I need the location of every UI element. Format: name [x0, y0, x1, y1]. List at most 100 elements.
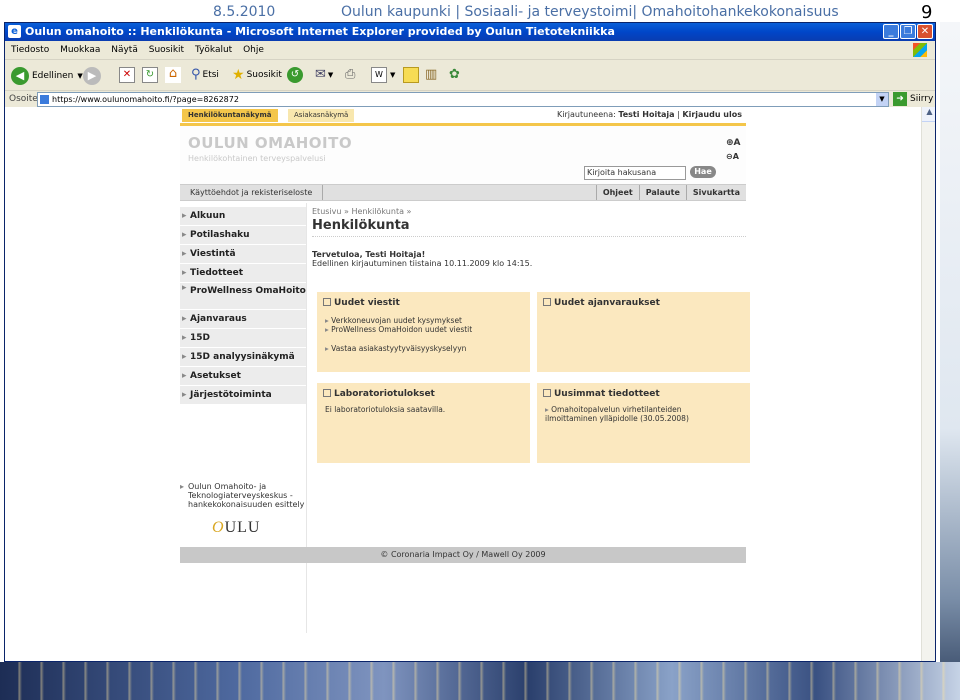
slide-background-bottom: [0, 662, 960, 700]
star-icon: ★: [232, 67, 245, 83]
box-new-appointments: Uudet ajanvaraukset: [537, 292, 750, 372]
forward-arrow-icon: ▶: [83, 67, 101, 85]
back-arrow-icon: ◀: [11, 67, 29, 85]
news-link-line2[interactable]: ilmoittaminen ylläpidolle (30.05.2008): [545, 414, 689, 423]
scroll-up-icon[interactable]: ▲: [922, 107, 935, 122]
stop-button[interactable]: ✕: [119, 67, 135, 83]
site-logo-subtitle: Henkilökohtainen terveyspalvelusi: [188, 154, 326, 163]
menubar: Tiedosto Muokkaa Näytä Suosikit Työkalut…: [5, 41, 935, 60]
box-title: Uudet viestit: [334, 298, 400, 308]
nav-item-prowellness[interactable]: ProWellness OmaHoito: [180, 283, 306, 309]
menu-tools[interactable]: Työkalut: [195, 45, 232, 55]
sitemap-link[interactable]: Sivukartta: [685, 185, 746, 200]
welcome-text: Tervetuloa, Testi Hoitaja!: [312, 250, 426, 259]
breadcrumb[interactable]: Etusivu » Henkilökunta »: [312, 207, 746, 216]
menu-view[interactable]: Näytä: [111, 45, 138, 55]
link-advisor-questions[interactable]: Verkkoneuvojan uudet kysymykset: [325, 316, 462, 325]
mail-button[interactable]: ✉ ▼: [315, 67, 333, 82]
address-url: https://www.oulunomahoito.fi/?page=82628…: [52, 95, 239, 104]
page-title: Henkilökunta: [312, 218, 746, 237]
menu-favorites[interactable]: Suosikit: [149, 45, 184, 55]
last-login-text: Edellinen kirjautuminen tiistaina 10.11.…: [312, 259, 533, 268]
nav-divider: [306, 203, 307, 633]
minimize-button[interactable]: _: [883, 24, 899, 39]
logout-link[interactable]: Kirjaudu ulos: [682, 110, 742, 119]
vertical-scrollbar[interactable]: ▲: [921, 107, 935, 661]
address-label: Osoite: [9, 94, 38, 104]
back-label: Edellinen: [32, 71, 74, 81]
box-title: Uudet ajanvaraukset: [554, 298, 660, 308]
go-button[interactable]: Siirry: [910, 94, 933, 104]
nav-item-organizations[interactable]: Järjestötoiminta: [180, 386, 306, 404]
research-icon: ▥: [425, 67, 438, 82]
nav-item-appointments[interactable]: Ajanvaraus: [180, 310, 306, 328]
zoom-out-icon: ⊖: [726, 152, 733, 161]
back-button[interactable]: ◀ Edellinen ▼: [11, 67, 83, 85]
dropdown-arrow-icon: ▼: [77, 72, 83, 80]
favorites-button[interactable]: ★ Suosikit: [232, 67, 282, 83]
search-button[interactable]: ⚲ Etsi: [191, 67, 219, 82]
toolbar: ◀ Edellinen ▼ ▶ ✕ ↻ ⌂ ⚲ Etsi ★ Suosikit …: [5, 60, 935, 91]
home-icon: ⌂: [165, 67, 181, 83]
font-smaller-button[interactable]: ⊖A: [726, 152, 739, 161]
window-title: Oulun omahoito :: Henkilökunta - Microso…: [25, 25, 615, 38]
refresh-button[interactable]: ↻: [142, 67, 158, 83]
box-title: Laboratoriotulokset: [334, 389, 435, 399]
site-search-button[interactable]: Hae: [690, 166, 716, 178]
address-dropdown-icon[interactable]: ▼: [876, 93, 888, 106]
nav-item-15d-analysis[interactable]: 15D analyysinäkymä: [180, 348, 306, 366]
terms-link[interactable]: Käyttöehdot ja rekisteriseloste: [180, 185, 324, 200]
history-icon: ↺: [287, 67, 303, 83]
project-presentation-link[interactable]: Oulun Omahoito- ja Teknologiaterveyskesk…: [180, 482, 318, 509]
edit-icon: W: [371, 67, 387, 83]
tab-staff-view[interactable]: Henkilökuntanäkymä: [182, 109, 278, 122]
menu-help[interactable]: Ohje: [243, 45, 264, 55]
expand-icon[interactable]: [543, 389, 551, 397]
link-prowellness-messages[interactable]: ProWellness OmaHoidon uudet viestit: [325, 325, 472, 334]
messenger-button[interactable]: ✿: [449, 67, 460, 82]
research-button[interactable]: ▥: [425, 67, 437, 82]
address-input[interactable]: https://www.oulunomahoito.fi/?page=82628…: [37, 92, 889, 107]
nav-item-15d[interactable]: 15D: [180, 329, 306, 347]
help-link[interactable]: Ohjeet: [595, 185, 639, 200]
page-icon: [40, 95, 49, 104]
forward-button[interactable]: ▶: [83, 67, 101, 85]
nav-item-patient-search[interactable]: Potilashaku: [180, 226, 306, 244]
login-status: Kirjautuneena: Testi Hoitaja | Kirjaudu …: [557, 110, 742, 119]
slide-title: Oulun kaupunki | Sosiaali- ja terveystoi…: [341, 4, 839, 20]
nav-item-home[interactable]: Alkuun: [180, 207, 306, 225]
notes-button[interactable]: [403, 67, 419, 83]
nav-item-bulletins[interactable]: Tiedotteet: [180, 264, 306, 282]
utility-bar: Käyttöehdot ja rekisteriseloste Ohjeet P…: [180, 184, 746, 201]
nav-item-settings[interactable]: Asetukset: [180, 367, 306, 385]
print-button[interactable]: ⎙: [345, 67, 355, 82]
login-prefix: Kirjautuneena:: [557, 110, 616, 119]
go-arrow-icon[interactable]: ➜: [893, 92, 907, 106]
menu-file[interactable]: Tiedosto: [11, 45, 49, 55]
feedback-link[interactable]: Palaute: [638, 185, 686, 200]
font-larger-button[interactable]: ⊕A: [726, 138, 741, 148]
expand-icon[interactable]: [323, 389, 331, 397]
home-button[interactable]: ⌂: [165, 67, 181, 83]
history-button[interactable]: ↺: [287, 67, 303, 83]
mail-icon: ✉: [315, 67, 326, 82]
news-link-line1[interactable]: Omahoitopalvelun virhetilanteiden: [545, 405, 681, 414]
expand-icon[interactable]: [323, 298, 331, 306]
site-search-input[interactable]: Kirjoita hakusana: [584, 166, 686, 180]
slide-date: 8.5.2010: [213, 4, 276, 20]
link-customer-survey[interactable]: Vastaa asiakastyytyväisyyskyselyyn: [325, 344, 466, 353]
tab-customer-view[interactable]: Asiakasnäkymä: [288, 109, 355, 122]
slide-background-right: [940, 22, 960, 700]
left-navigation: Alkuun Potilashaku Viestintä Tiedotteet …: [180, 207, 306, 405]
menu-edit[interactable]: Muokkaa: [60, 45, 100, 55]
edit-button[interactable]: W ▼: [371, 67, 395, 83]
expand-icon[interactable]: [543, 298, 551, 306]
nav-item-messaging[interactable]: Viestintä: [180, 245, 306, 263]
view-tabs: Henkilökuntanäkymä Asiakasnäkymä Kirjaut…: [180, 107, 746, 126]
search-label: Etsi: [202, 69, 219, 80]
restore-button[interactable]: ❐: [900, 24, 916, 39]
oulu-logo: OULU: [212, 519, 261, 536]
close-button[interactable]: ✕: [917, 24, 933, 39]
print-icon: ⎙: [345, 67, 356, 82]
stop-icon: ✕: [119, 67, 135, 83]
